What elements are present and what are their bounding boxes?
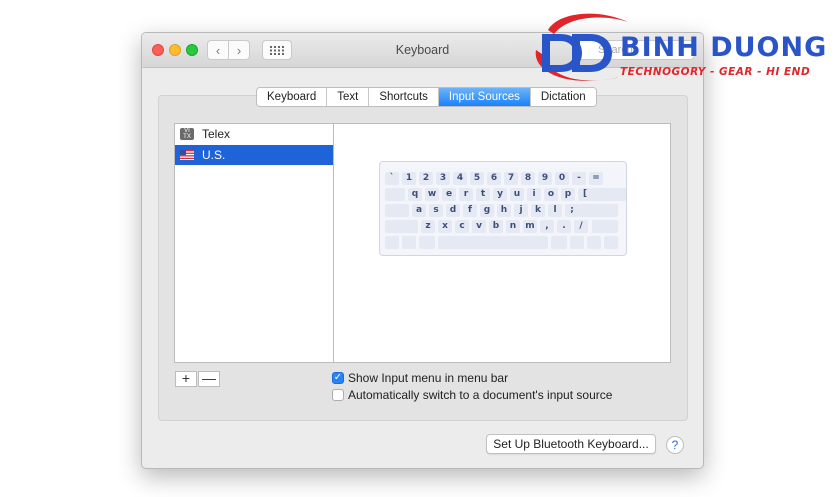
- keycap: y: [493, 188, 507, 201]
- keycap: 4: [453, 172, 467, 185]
- show-input-menu-label: Show Input menu in menu bar: [348, 371, 509, 385]
- keycap: /: [574, 220, 588, 233]
- keycap: 3: [436, 172, 450, 185]
- keycap: g: [480, 204, 494, 217]
- blank-keycap: [587, 236, 601, 249]
- tab-keyboard[interactable]: Keyboard: [257, 88, 328, 106]
- input-source-label: Telex: [202, 127, 231, 141]
- keycap: 5: [470, 172, 484, 185]
- keycap: l: [548, 204, 562, 217]
- tab-text[interactable]: Text: [327, 88, 370, 106]
- keycap: s: [429, 204, 443, 217]
- blank-keycap: [385, 236, 399, 249]
- input-source-label: U.S.: [202, 148, 226, 162]
- brand-watermark-logo: BINH DUONG TECHNOGORY - GEAR - HI END: [528, 10, 828, 86]
- keycap: q: [408, 188, 422, 201]
- tab-input-sources[interactable]: Input Sources: [438, 88, 531, 106]
- keycap: k: [531, 204, 545, 217]
- keycap: ;: [565, 204, 579, 217]
- blank-keycap: [592, 220, 618, 233]
- input-source-list[interactable]: VI TX Telex U.S.: [174, 123, 334, 363]
- input-source-us[interactable]: U.S.: [175, 145, 333, 165]
- blank-keycap: [385, 220, 418, 233]
- keycap: 8: [521, 172, 535, 185]
- keycap: d: [446, 204, 460, 217]
- keycap: i: [527, 188, 541, 201]
- keycap: r: [459, 188, 473, 201]
- keycap: 2: [419, 172, 433, 185]
- blank-keycap: [591, 188, 623, 201]
- remove-input-source-button[interactable]: —: [198, 371, 220, 387]
- keycap: c: [455, 220, 469, 233]
- logo-tagline: TECHNOGORY - GEAR - HI END: [620, 66, 811, 78]
- keycap: .: [557, 220, 571, 233]
- blank-keycap: [578, 204, 618, 217]
- blank-keycap: [385, 204, 409, 217]
- help-button[interactable]: ?: [666, 436, 684, 454]
- keycap: v: [472, 220, 486, 233]
- keyboard-preferences-window: ‹ › Keyboard Search Keyboard Text Shortcut…: [141, 32, 704, 469]
- tab-bar: Keyboard Text Shortcuts Input Sources Dictat…: [256, 87, 597, 107]
- logo-brand-name: BINH DUONG: [620, 32, 828, 63]
- blank-keycap: [402, 236, 416, 249]
- keycap: =: [589, 172, 603, 185]
- keycap: u: [510, 188, 524, 201]
- blank-keycap: [570, 236, 584, 249]
- auto-switch-row[interactable]: Automatically switch to a document's inp…: [332, 388, 612, 402]
- telex-icon: VI TX: [180, 128, 194, 140]
- show-input-menu-row[interactable]: ✓ Show Input menu in menu bar: [332, 371, 508, 385]
- show-input-menu-checkbox[interactable]: ✓: [332, 372, 344, 384]
- keycap: h: [497, 204, 511, 217]
- blank-keycap: [419, 236, 435, 249]
- keycap: f: [463, 204, 477, 217]
- input-source-telex[interactable]: VI TX Telex: [175, 124, 333, 144]
- us-flag-icon: [180, 150, 194, 160]
- tab-dictation[interactable]: Dictation: [530, 88, 596, 106]
- keycap: w: [425, 188, 439, 201]
- keycap: 7: [504, 172, 518, 185]
- keycap: [: [578, 188, 592, 201]
- blank-keycap: [385, 188, 405, 201]
- keycap: 1: [402, 172, 416, 185]
- tab-shortcuts[interactable]: Shortcuts: [369, 88, 439, 106]
- keycap: ,: [540, 220, 554, 233]
- keycap: j: [514, 204, 528, 217]
- keycap: e: [442, 188, 456, 201]
- blank-keycap: [438, 236, 548, 249]
- add-input-source-button[interactable]: +: [175, 371, 197, 387]
- keycap: -: [572, 172, 586, 185]
- keycap: a: [412, 204, 426, 217]
- checkmark-icon: ✓: [333, 372, 343, 383]
- keycap: 9: [538, 172, 552, 185]
- keycap: p: [561, 188, 575, 201]
- auto-switch-checkbox[interactable]: [332, 389, 344, 401]
- keycap: x: [438, 220, 452, 233]
- auto-switch-label: Automatically switch to a document's inp…: [348, 388, 613, 402]
- keycap: t: [476, 188, 490, 201]
- keycap: 0: [555, 172, 569, 185]
- setup-bluetooth-keyboard-button[interactable]: Set Up Bluetooth Keyboard...: [486, 434, 656, 454]
- blank-keycap: [604, 236, 618, 249]
- keyboard-layout-preview: `1234567890-=qwertyuiop[]\asdfghjkl;'zxc…: [379, 161, 627, 256]
- keycap: m: [523, 220, 537, 233]
- blank-keycap: [551, 236, 567, 249]
- keycap: o: [544, 188, 558, 201]
- keycap: n: [506, 220, 520, 233]
- keyboard-preview-pane: `1234567890-=qwertyuiop[]\asdfghjkl;'zxc…: [333, 123, 671, 363]
- keycap: `: [385, 172, 399, 185]
- keycap: 6: [487, 172, 501, 185]
- keycap: b: [489, 220, 503, 233]
- keycap: z: [421, 220, 435, 233]
